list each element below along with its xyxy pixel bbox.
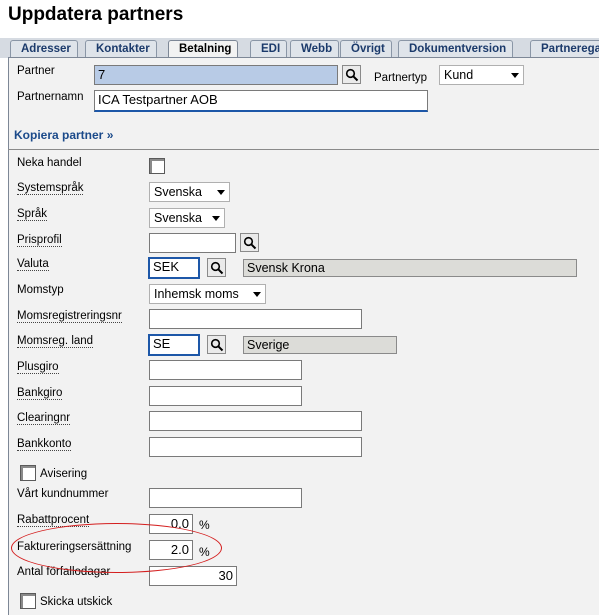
prisprofil-label: Prisprofil bbox=[17, 234, 62, 247]
antal-forfallodagar-input[interactable]: 30 bbox=[149, 566, 237, 586]
plusgiro-input[interactable] bbox=[149, 360, 302, 380]
momsregnr-input[interactable] bbox=[149, 309, 362, 329]
plusgiro-label: Plusgiro bbox=[17, 361, 59, 374]
prisprofil-search-button[interactable] bbox=[240, 233, 259, 252]
momstyp-value: Inhemsk moms bbox=[154, 287, 239, 301]
prisprofil-input[interactable] bbox=[149, 233, 236, 253]
chevron-down-icon bbox=[253, 292, 261, 297]
valuta-input[interactable]: SEK bbox=[148, 257, 200, 279]
chevron-down-icon bbox=[212, 216, 220, 221]
valuta-search-button[interactable] bbox=[207, 258, 226, 277]
partner-label: Partner bbox=[17, 65, 55, 77]
section-divider bbox=[8, 149, 599, 150]
sprak-select[interactable]: Svenska bbox=[149, 208, 225, 228]
systemsprak-value: Svenska bbox=[154, 185, 202, 199]
partnertyp-value: Kund bbox=[444, 68, 474, 82]
partnernamn-label: Partnernamn bbox=[17, 91, 84, 103]
momstyp-select[interactable]: Inhemsk moms bbox=[149, 284, 266, 304]
momsreg-land-input[interactable]: SE bbox=[148, 334, 200, 356]
clearingnr-label: Clearingnr bbox=[17, 412, 71, 425]
vart-kundnummer-label: Vårt kundnummer bbox=[17, 488, 109, 500]
momsreg-land-name-field: Sverige bbox=[243, 336, 397, 354]
skicka-utskick-label: Skicka utskick bbox=[40, 596, 113, 608]
skicka-utskick-checkbox[interactable] bbox=[20, 593, 36, 609]
chevron-down-icon bbox=[511, 73, 519, 78]
neka-handel-checkbox[interactable] bbox=[149, 158, 165, 174]
clearingnr-input[interactable] bbox=[149, 411, 362, 431]
valuta-label: Valuta bbox=[17, 258, 49, 271]
bankgiro-label: Bankgiro bbox=[17, 387, 63, 400]
bankkonto-label: Bankkonto bbox=[17, 438, 72, 451]
antal-forfallodagar-label: Antal förfallodagar bbox=[17, 566, 111, 578]
vart-kundnummer-input[interactable] bbox=[149, 488, 302, 508]
partnertyp-select[interactable]: Kund bbox=[439, 65, 524, 85]
page-title: Uppdatera partners bbox=[8, 4, 184, 25]
partner-search-button[interactable] bbox=[342, 65, 361, 84]
systemsprak-label: Systemspråk bbox=[17, 182, 84, 195]
avisering-label: Avisering bbox=[40, 468, 88, 480]
tab-edi[interactable]: EDI bbox=[250, 40, 288, 58]
rabattprocent-label: Rabattprocent bbox=[17, 514, 90, 527]
chevron-down-icon bbox=[217, 190, 225, 195]
sprak-value: Svenska bbox=[154, 211, 202, 225]
momsreg-land-label: Momsreg. land bbox=[17, 335, 94, 348]
faktureringsersattning-unit: % bbox=[199, 545, 210, 559]
momsreg-land-search-button[interactable] bbox=[207, 335, 226, 354]
magnifier-icon bbox=[243, 236, 257, 250]
bankkonto-input[interactable] bbox=[149, 437, 362, 457]
partner-input[interactable]: 7 bbox=[94, 65, 338, 85]
partnernamn-input[interactable]: ICA Testpartner AOB bbox=[94, 90, 428, 112]
tab-partneregenskaper[interactable]: Partnerega bbox=[530, 40, 599, 58]
tab-adresser[interactable]: Adresser bbox=[10, 40, 78, 58]
momsregnr-label: Momsregistreringsnr bbox=[17, 310, 122, 323]
systemsprak-select[interactable]: Svenska bbox=[149, 182, 230, 202]
magnifier-icon bbox=[210, 338, 224, 352]
magnifier-icon bbox=[345, 68, 359, 82]
rabattprocent-input[interactable]: 0.0 bbox=[149, 514, 193, 534]
bankgiro-input[interactable] bbox=[149, 386, 302, 406]
faktureringsersattning-input[interactable]: 2.0 bbox=[149, 540, 193, 560]
faktureringsersattning-label: Faktureringsersättning bbox=[17, 541, 132, 553]
avisering-checkbox[interactable] bbox=[20, 465, 36, 481]
sprak-label: Språk bbox=[17, 208, 48, 221]
magnifier-icon bbox=[210, 261, 224, 275]
valuta-name-field: Svensk Krona bbox=[243, 259, 577, 277]
partnertyp-label: Partnertyp bbox=[374, 72, 428, 84]
tab-kontakter[interactable]: Kontakter bbox=[85, 40, 157, 58]
momstyp-label: Momstyp bbox=[17, 284, 64, 296]
kopiera-partner-link[interactable]: Kopiera partner » bbox=[14, 128, 113, 142]
tab-ovrigt[interactable]: Övrigt bbox=[340, 40, 392, 58]
rabattprocent-unit: % bbox=[199, 518, 210, 532]
neka-handel-label: Neka handel bbox=[17, 157, 82, 169]
tab-dokumentversion[interactable]: Dokumentversion bbox=[398, 40, 514, 58]
tab-webb[interactable]: Webb bbox=[290, 40, 340, 58]
